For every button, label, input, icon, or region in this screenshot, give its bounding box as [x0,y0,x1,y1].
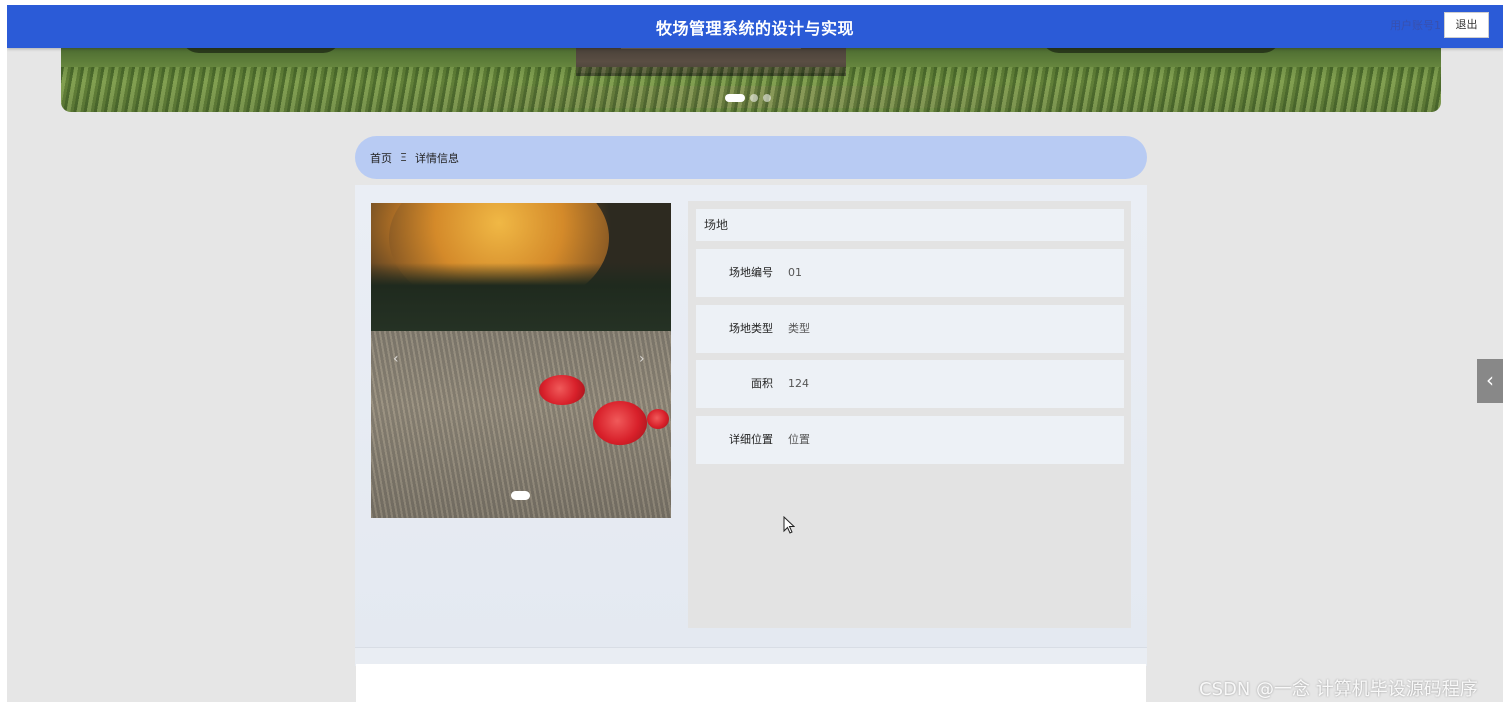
detail-row: 面积 124 [696,360,1124,408]
side-toggle-chevron-left-icon[interactable]: ‹ [1477,359,1503,403]
breadcrumb: 首页 Ξ 详情信息 [355,136,1147,179]
breadcrumb-home-link[interactable]: 首页 [370,150,392,166]
carousel-prev-arrow-icon[interactable]: ‹ [393,351,399,367]
detail-row: 场地编号 01 [696,249,1124,297]
banner-dot-2[interactable] [750,94,758,102]
field-value: 01 [788,266,802,279]
field-label: 面积 [751,377,773,390]
username-label: 用户账号1 [1390,19,1441,32]
image-carousel: ‹ › [371,203,671,518]
top-header-bar: 牧场管理系统的设计与实现 用户账号1 退出 [7,5,1503,48]
info-panel: 场地 场地编号 01 场地类型 类型 面积 124 详细位置 位置 [688,201,1131,628]
carousel-image-poppy [539,375,585,405]
field-label: 场地编号 [729,266,773,279]
banner-dot-1[interactable] [725,94,745,102]
content-area-below [356,664,1146,702]
field-value: 类型 [788,322,810,335]
watermark: CSDN @一念 计算机毕设源码程序 [1199,679,1478,700]
banner-image-grass [61,67,1441,112]
app-page: 牧场管理系统的设计与实现 用户账号1 退出 首页 Ξ 详情信息 ‹ › 场地 场… [7,5,1503,702]
banner-dot-3[interactable] [763,94,771,102]
detail-row: 场地类型 类型 [696,305,1124,353]
detail-title: 场地 [696,209,1124,241]
carousel-image-poppy [593,401,647,445]
detail-panel: ‹ › 场地 场地编号 01 场地类型 类型 面积 124 详细位置 位置 [355,185,1147,647]
field-value: 124 [788,377,809,390]
breadcrumb-current: 详情信息 [414,151,459,165]
banner-pagination [725,94,771,102]
field-label: 详细位置 [729,433,773,446]
mouse-cursor-icon [783,515,796,538]
carousel-next-arrow-icon[interactable]: › [639,351,645,367]
carousel-dot-1[interactable] [511,491,530,500]
app-title: 牧场管理系统的设计与实现 [655,19,854,38]
breadcrumb-separator: Ξ [400,151,407,164]
field-value: 位置 [788,433,810,446]
logout-button[interactable]: 退出 [1444,12,1489,38]
carousel-image-poppy [647,409,669,429]
carousel-image-forest [371,263,671,338]
detail-row: 详细位置 位置 [696,416,1124,464]
field-label: 场地类型 [729,322,773,335]
